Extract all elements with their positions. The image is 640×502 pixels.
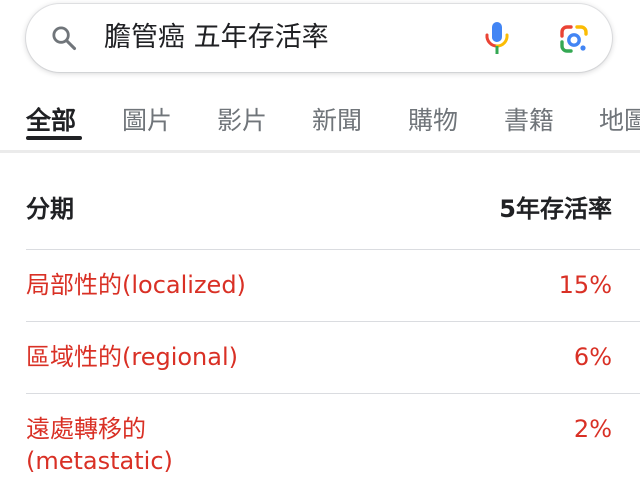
tab-news[interactable]: 新聞: [312, 104, 362, 138]
search-bar[interactable]: 膽管癌 五年存活率: [26, 4, 612, 72]
table-cell-stage: 局部性的(localized): [26, 271, 246, 299]
tab-maps[interactable]: 地圖: [599, 104, 640, 138]
table-cell-rate: 2%: [573, 415, 612, 443]
microphone-icon[interactable]: [484, 20, 510, 58]
tab-images[interactable]: 圖片: [122, 104, 172, 138]
tab-videos[interactable]: 影片: [217, 104, 267, 138]
table-cell-stage-continued: (metastatic): [26, 447, 173, 475]
active-tab-indicator: [26, 136, 82, 140]
search-input[interactable]: 膽管癌 五年存活率: [104, 20, 329, 56]
table-cell-stage: 區域性的(regional): [26, 343, 239, 371]
table-cell-rate: 6%: [573, 343, 612, 371]
row-divider: [26, 249, 640, 250]
google-lens-icon[interactable]: [558, 23, 590, 55]
search-tabs: 全部 圖片 影片 新聞 購物 書籍 地圖: [0, 96, 640, 152]
row-divider: [26, 393, 640, 394]
table-cell-rate: 15%: [558, 271, 612, 299]
search-icon[interactable]: [50, 24, 78, 52]
row-divider: [26, 321, 640, 322]
tab-books[interactable]: 書籍: [504, 104, 554, 138]
table-header-stage: 分期: [26, 195, 74, 223]
tab-all[interactable]: 全部: [26, 104, 76, 138]
tab-shopping[interactable]: 購物: [408, 104, 458, 138]
tabs-divider: [0, 150, 640, 153]
table-header-rate: 5年存活率: [499, 195, 612, 223]
